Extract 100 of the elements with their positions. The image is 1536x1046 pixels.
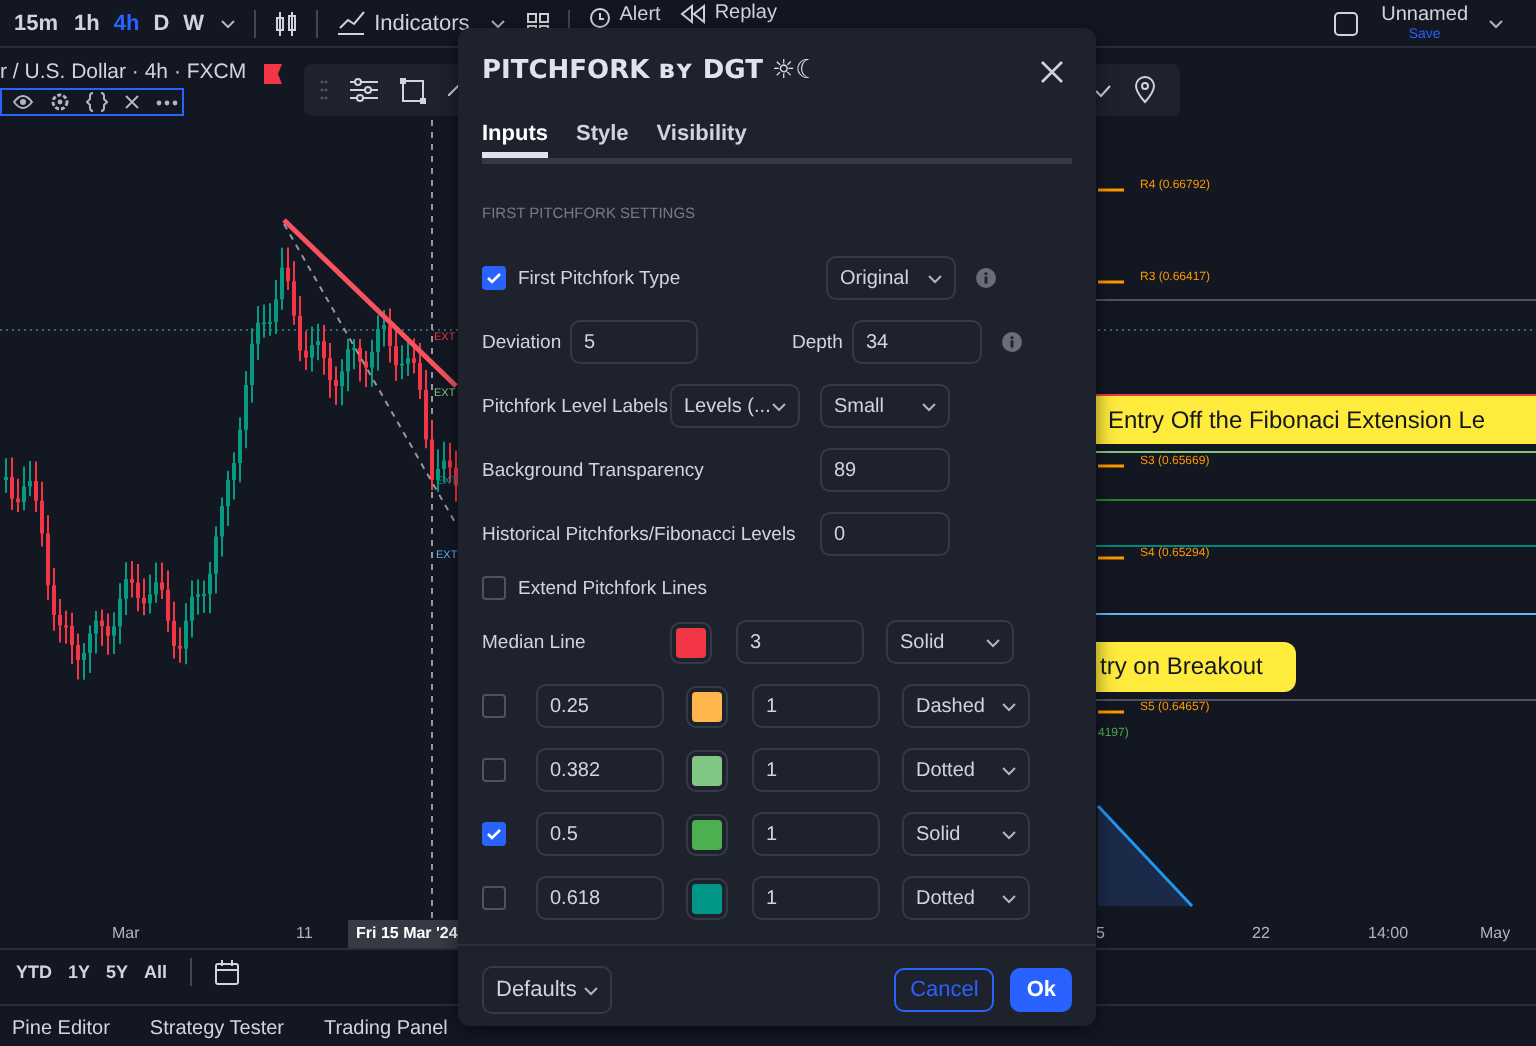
chevron-icon xyxy=(922,401,936,411)
chevron-icon xyxy=(986,637,1000,647)
option-label: Pitchfork Level Labels xyxy=(482,395,670,417)
alarm-clock-icon xyxy=(587,4,612,28)
checkmark-icon xyxy=(486,272,502,284)
pen-icon[interactable] xyxy=(448,84,460,96)
calendar-icon[interactable] xyxy=(213,959,240,985)
panel-tab[interactable]: Trading Panel xyxy=(324,1017,448,1039)
info-icon[interactable] xyxy=(1002,332,1022,352)
layout-name: Unnamed xyxy=(1381,5,1468,25)
chevron-icon[interactable] xyxy=(1488,15,1504,31)
chevron-icon xyxy=(1002,701,1016,711)
map-pin-icon[interactable] xyxy=(1134,76,1156,104)
option-label: Background Transparency xyxy=(482,459,706,481)
interval-button[interactable]: 1h xyxy=(74,11,100,35)
panel-tab[interactable]: Pine Editor xyxy=(12,1017,110,1039)
line-style-select[interactable]: Dotted xyxy=(902,876,1030,920)
labels-select[interactable]: Levels (... xyxy=(670,384,800,428)
width-input[interactable]: 3 xyxy=(736,620,864,664)
chevron-icon xyxy=(584,985,598,995)
checkbox[interactable] xyxy=(482,576,506,600)
line-style-select[interactable]: Dotted xyxy=(902,748,1030,792)
type-select[interactable]: Original xyxy=(826,256,956,300)
indicators-button[interactable]: Indicators xyxy=(336,10,470,36)
chart-note-banner: try on Breakout xyxy=(1096,642,1296,692)
chart-note-banner: Entry Off the Fibonaci Extension Le xyxy=(1096,394,1536,444)
time-axis-label: 14:00 xyxy=(1368,922,1409,946)
pivot-line xyxy=(1098,556,1124,560)
chevron-icon xyxy=(1002,829,1016,839)
interval-button[interactable]: 15m xyxy=(14,11,59,35)
chevron-icon xyxy=(928,273,942,283)
code-braces-icon[interactable] xyxy=(86,92,108,112)
checkbox[interactable] xyxy=(482,758,506,782)
defaults-select[interactable]: Defaults xyxy=(482,966,612,1014)
range-button[interactable]: 5Y xyxy=(106,962,129,982)
level-input[interactable]: 0.25 xyxy=(536,684,664,728)
number-input[interactable]: 89 xyxy=(820,448,950,492)
option-label: Depth xyxy=(792,331,845,353)
pivot-line xyxy=(1098,464,1124,468)
option-label: First Pitchfork Type xyxy=(518,267,681,289)
range-button[interactable]: YTD xyxy=(16,962,52,982)
level-input[interactable]: 0.382 xyxy=(536,748,664,792)
option-label: Deviation xyxy=(482,331,564,353)
option-label: Historical Pitchforks/Fibonacci Levels xyxy=(482,523,798,545)
level-input[interactable]: 0.618 xyxy=(536,876,664,920)
line-style-select[interactable]: Solid xyxy=(886,620,1014,664)
line-style-select[interactable]: Dashed xyxy=(902,684,1030,728)
eye-icon[interactable] xyxy=(12,94,34,110)
ok-button[interactable]: Ok xyxy=(1010,968,1072,1012)
dialog-title: PITCHFORK ʙʏ DGT ☼☾ xyxy=(482,56,819,86)
panel-tab[interactable]: Strategy Tester xyxy=(149,1017,284,1039)
trend-line[interactable] xyxy=(282,218,458,388)
chevron-icon xyxy=(1002,893,1016,903)
close-icon[interactable] xyxy=(1040,59,1064,83)
flag-icon[interactable] xyxy=(264,64,282,84)
more-icon[interactable] xyxy=(156,99,178,105)
line-style-select[interactable]: Solid xyxy=(902,812,1030,856)
chevron-icon[interactable] xyxy=(220,15,237,31)
dialog-tab[interactable]: Style xyxy=(576,114,629,158)
alert-button[interactable]: Alert xyxy=(587,4,661,28)
dialog-tab[interactable]: Visibility xyxy=(656,114,747,158)
checkmark-icon xyxy=(486,828,502,840)
width-input[interactable]: 1 xyxy=(752,812,880,856)
range-button[interactable]: All xyxy=(144,962,168,982)
number-input[interactable]: 5 xyxy=(570,320,698,364)
chevron-icon xyxy=(772,401,786,411)
number-input[interactable]: 34 xyxy=(852,320,982,364)
square-icon[interactable] xyxy=(400,77,426,103)
candlestick-icon[interactable] xyxy=(274,9,299,37)
checkbox[interactable] xyxy=(482,886,506,910)
interval-button[interactable]: D xyxy=(153,11,170,35)
checkbox[interactable] xyxy=(482,822,506,846)
replay-button[interactable]: Replay xyxy=(680,4,777,24)
interval-button[interactable]: 4h xyxy=(113,11,140,35)
time-axis-label: May xyxy=(1480,922,1511,946)
checkbox[interactable] xyxy=(482,694,506,718)
width-input[interactable]: 1 xyxy=(752,684,880,728)
info-icon[interactable] xyxy=(976,268,996,288)
settings-icon[interactable] xyxy=(50,92,70,112)
checkbox[interactable] xyxy=(482,266,506,290)
interval-button[interactable]: W xyxy=(183,11,205,35)
time-axis-label: 5 xyxy=(1096,922,1105,946)
range-button[interactable]: 1Y xyxy=(68,962,91,982)
width-input[interactable]: 1 xyxy=(752,748,880,792)
width-input[interactable]: 1 xyxy=(752,876,880,920)
chevron-icon[interactable] xyxy=(489,15,506,31)
sliders-icon[interactable] xyxy=(350,78,378,102)
size-select[interactable]: Small xyxy=(820,384,950,428)
level-input[interactable]: 0.5 xyxy=(536,812,664,856)
pivot-line xyxy=(1098,710,1124,714)
checkbox-icon[interactable] xyxy=(1333,11,1358,35)
chart-line-icon xyxy=(336,10,367,36)
dialog-tab[interactable]: Inputs xyxy=(482,114,548,158)
symbol-title: r / U.S. Dollar · 4h · FXCM xyxy=(0,60,247,84)
checkmark-icon[interactable] xyxy=(1094,83,1112,97)
chevron-icon xyxy=(1002,765,1016,775)
number-input[interactable]: 0 xyxy=(820,512,950,556)
time-axis-label: 22 xyxy=(1252,922,1270,946)
pivot-line xyxy=(1098,188,1124,192)
close-icon[interactable] xyxy=(124,94,140,110)
